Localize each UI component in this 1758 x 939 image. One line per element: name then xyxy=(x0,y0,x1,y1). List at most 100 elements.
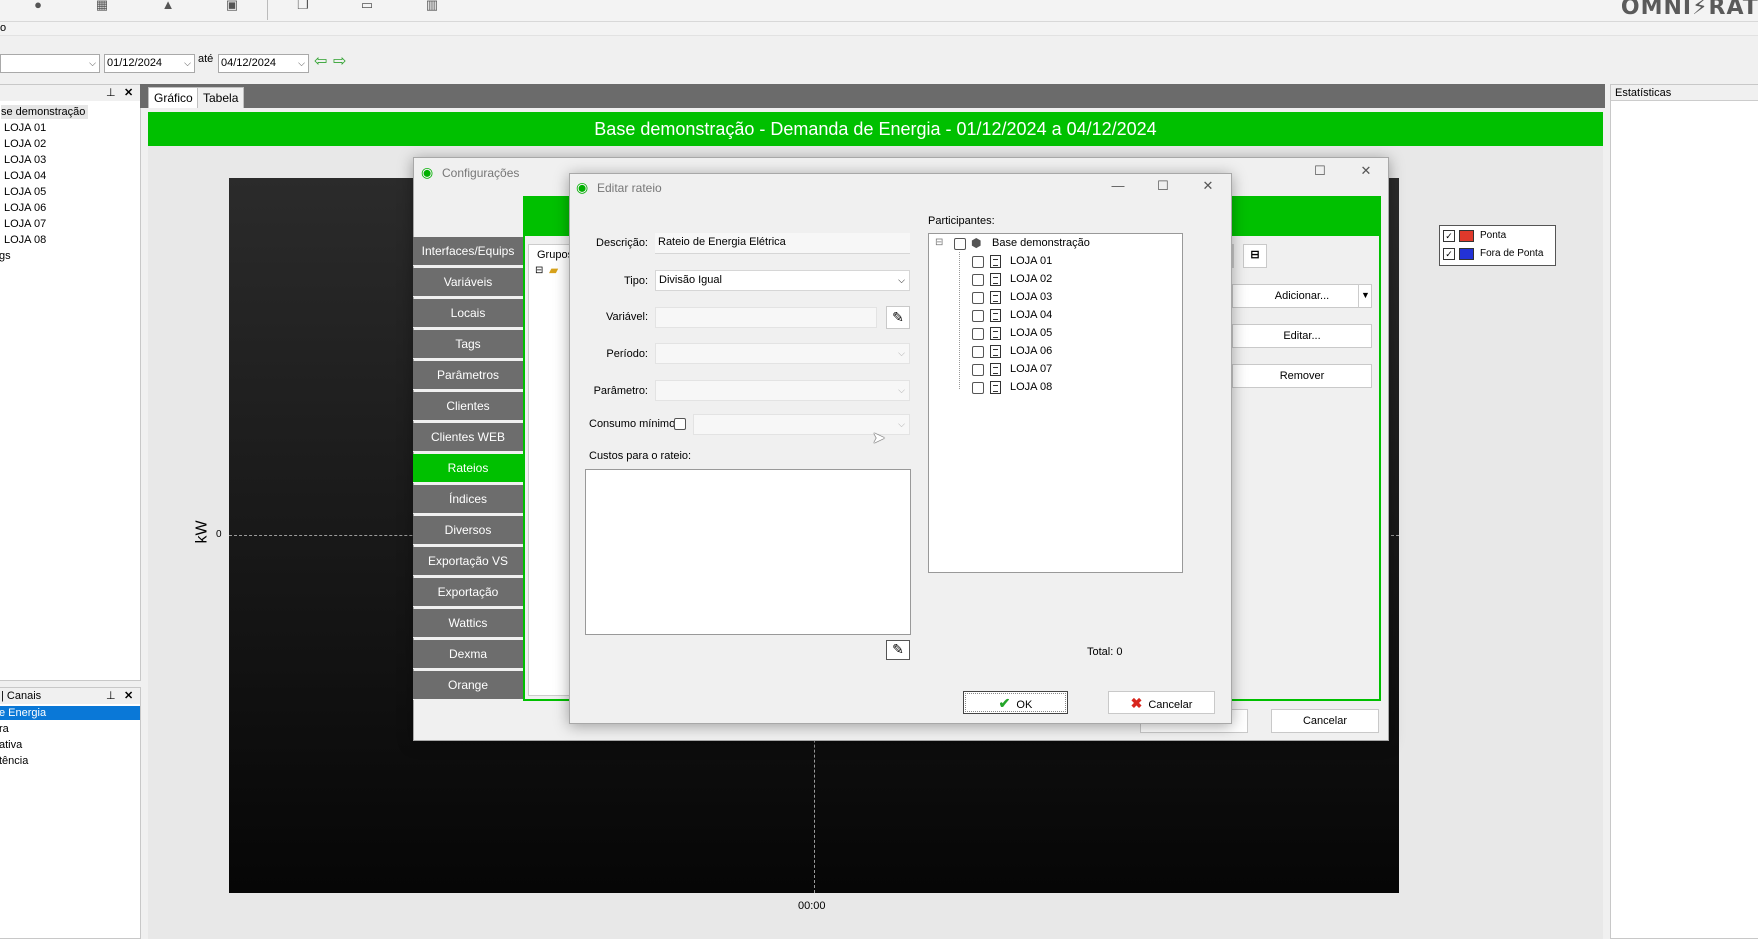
participant-checkbox[interactable] xyxy=(972,364,984,376)
collapse-all-icon[interactable]: ⊟ xyxy=(1243,244,1267,268)
location-combo[interactable]: ⌵ xyxy=(0,54,100,73)
pin-icon[interactable]: ⊥ xyxy=(106,85,116,101)
tree-collapse-icon[interactable]: ⊟ xyxy=(935,237,943,248)
maximize-icon[interactable]: ☐ xyxy=(1310,163,1330,179)
nav-orange[interactable]: Orange xyxy=(413,671,523,700)
remove-button[interactable]: Remover xyxy=(1232,364,1372,388)
add-button[interactable]: Adicionar... xyxy=(1232,284,1372,308)
tree-item[interactable]: gs xyxy=(0,249,11,263)
chevron-down-icon: ⌵ xyxy=(898,385,905,395)
toolbar-button[interactable] xyxy=(1232,244,1234,268)
refresh-icon[interactable]: ▣ xyxy=(222,0,242,12)
tipo-select[interactable]: Divisão Igual ⌵ xyxy=(655,270,910,291)
layout-icon[interactable]: ▭ xyxy=(357,0,377,12)
chart-title: Base demonstração - Demanda de Energia -… xyxy=(148,112,1603,146)
channels-tab[interactable]: | Canais xyxy=(1,688,41,704)
nav-rateios[interactable]: Rateios xyxy=(413,454,523,483)
next-arrow-icon[interactable]: ⇨ xyxy=(333,54,346,70)
config-cancel-button[interactable]: Cancelar xyxy=(1271,709,1379,733)
nav-diversos[interactable]: Diversos xyxy=(413,516,523,545)
participant-checkbox[interactable] xyxy=(972,382,984,394)
nav-clientes[interactable]: Clientes xyxy=(413,392,523,421)
nav-exportacao-vs[interactable]: Exportação VS xyxy=(413,547,523,576)
pin-icon[interactable]: ⊥ xyxy=(106,688,116,704)
record-icon[interactable]: ● xyxy=(28,0,48,12)
x-icon: ✖ xyxy=(1130,695,1143,711)
bell-icon[interactable]: ▲ xyxy=(158,0,178,12)
participant-checkbox[interactable] xyxy=(972,274,984,286)
close-icon[interactable]: ✕ xyxy=(124,688,133,704)
nav-exportacao-gosoft[interactable]: Exportação GOSOFT xyxy=(413,578,523,628)
chevron-down-icon: ⌵ xyxy=(898,419,905,429)
tree-item[interactable]: LOJA 04 xyxy=(4,169,46,183)
tab-grafico[interactable]: Gráfico xyxy=(148,87,199,108)
channel-item[interactable]: ra xyxy=(0,722,9,736)
previous-arrow-icon[interactable]: ⇦ xyxy=(314,54,327,70)
nav-locais[interactable]: Locais xyxy=(413,299,523,328)
participant-checkbox[interactable] xyxy=(972,310,984,322)
mouse-cursor-icon: ➤ xyxy=(872,430,886,447)
participant-label: LOJA 04 xyxy=(1010,309,1053,321)
nav-interfaces[interactable]: Interfaces/Equips xyxy=(413,237,523,266)
maximize-icon[interactable]: ☐ xyxy=(1153,178,1173,194)
pencil-icon[interactable]: ✎ xyxy=(886,640,910,660)
nav-wattics[interactable]: Wattics xyxy=(413,609,523,638)
folder-icon: ▰ xyxy=(549,263,559,277)
date-from-picker[interactable]: 01/12/2024 ⌵ xyxy=(104,54,195,73)
close-icon[interactable]: ✕ xyxy=(124,85,133,101)
tree-item[interactable]: LOJA 08 xyxy=(4,233,46,247)
participant-checkbox[interactable] xyxy=(972,328,984,340)
date-to-picker[interactable]: 04/12/2024 ⌵ xyxy=(218,54,309,73)
participantes-tree: ⊟ ⬢ Base demonstração LOJA 01 LOJA 02 LO… xyxy=(928,233,1183,573)
legend-checkbox[interactable]: ✓ xyxy=(1443,230,1455,242)
nav-tags[interactable]: Tags xyxy=(413,330,523,359)
tab-tabela[interactable]: Tabela xyxy=(197,87,245,108)
tree-item-root[interactable]: se demonstração xyxy=(1,105,89,119)
tree-item[interactable]: LOJA 01 xyxy=(4,121,46,135)
nav-clientes-web[interactable]: Clientes WEB xyxy=(413,423,523,452)
close-icon[interactable]: ✕ xyxy=(1356,163,1376,179)
cancel-button[interactable]: ✖ Cancelar xyxy=(1108,691,1215,714)
until-label: até xyxy=(198,53,214,65)
participant-checkbox[interactable] xyxy=(972,256,984,268)
nav-indices[interactable]: Índices xyxy=(413,485,523,514)
columns-icon[interactable]: ▥ xyxy=(422,0,442,12)
nav-dexma[interactable]: Dexma xyxy=(413,640,523,669)
document-icon xyxy=(990,345,1001,358)
tree-item[interactable]: LOJA 06 xyxy=(4,201,46,215)
participant-label: LOJA 02 xyxy=(1010,273,1053,285)
tree-item[interactable]: LOJA 02 xyxy=(4,137,46,151)
tree-collapse-icon[interactable]: ⊟ xyxy=(535,265,543,276)
tree-item[interactable]: LOJA 03 xyxy=(4,153,46,167)
menu-strip: o xyxy=(0,22,1758,36)
custos-list[interactable] xyxy=(585,469,911,635)
calculator-icon[interactable]: ▦ xyxy=(92,0,112,12)
channel-item[interactable]: tência xyxy=(0,754,28,768)
pencil-icon[interactable]: ✎ xyxy=(886,306,910,329)
menu-item[interactable]: o xyxy=(0,22,6,34)
periodo-select: ⌵ xyxy=(655,343,910,364)
participant-label: LOJA 03 xyxy=(1010,291,1053,303)
consumo-minimo-checkbox[interactable] xyxy=(674,418,686,430)
participant-root-label: Base demonstração xyxy=(992,237,1090,249)
participant-checkbox[interactable] xyxy=(972,292,984,304)
participant-checkbox[interactable] xyxy=(972,346,984,358)
tree-item[interactable]: LOJA 07 xyxy=(4,217,46,231)
channel-item-selected[interactable]: e Energia xyxy=(0,706,140,720)
participant-root-checkbox[interactable] xyxy=(954,238,966,250)
add-dropdown-icon[interactable]: ▼ xyxy=(1358,284,1372,308)
ok-button[interactable]: ✔ OK xyxy=(963,691,1068,714)
participant-label: LOJA 01 xyxy=(1010,255,1053,267)
minimize-icon[interactable]: — xyxy=(1108,178,1128,193)
tree-item[interactable]: LOJA 05 xyxy=(4,185,46,199)
copy-icon[interactable]: ❐ xyxy=(293,0,313,12)
statistics-header: Estatísticas xyxy=(1611,85,1758,101)
close-icon[interactable]: ✕ xyxy=(1198,178,1218,194)
locations-panel-header: ⊥ ✕ xyxy=(0,85,140,101)
legend-checkbox[interactable]: ✓ xyxy=(1443,248,1455,260)
descricao-input[interactable]: Rateio de Energia Elétrica xyxy=(655,233,910,254)
nav-parametros[interactable]: Parâmetros xyxy=(413,361,523,390)
channel-item[interactable]: ativa xyxy=(0,738,22,752)
nav-variaveis[interactable]: Variáveis xyxy=(413,268,523,297)
edit-button[interactable]: Editar... xyxy=(1232,324,1372,348)
